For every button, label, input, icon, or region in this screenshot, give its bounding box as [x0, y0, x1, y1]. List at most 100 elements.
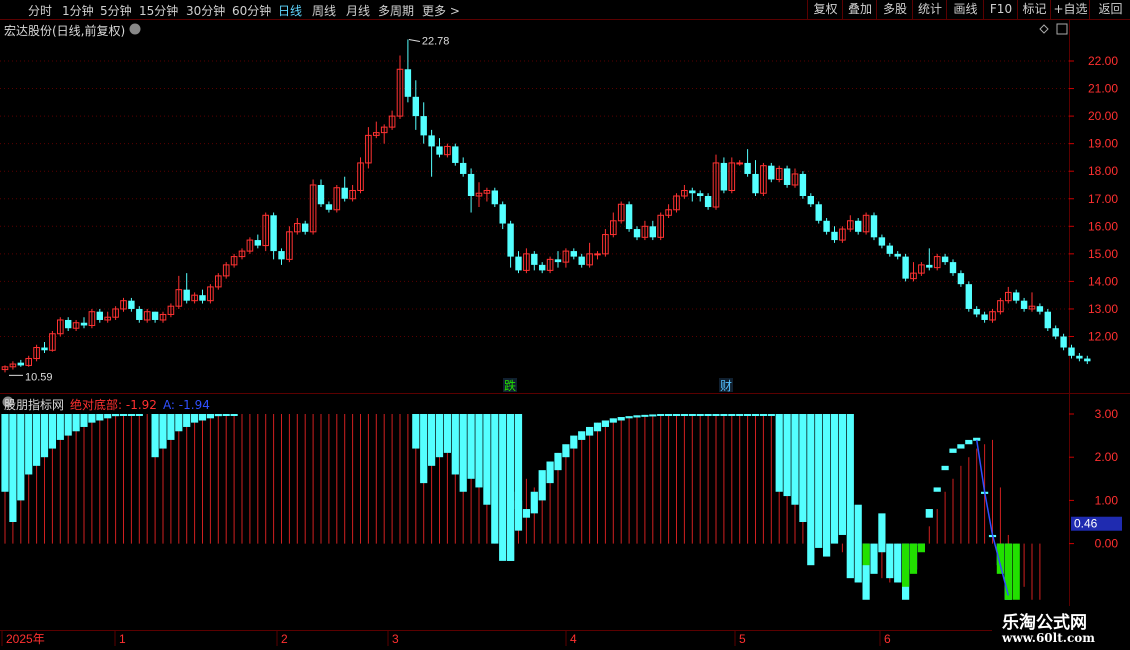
indicator-bar: [870, 543, 878, 574]
indicator-bar: [720, 414, 728, 416]
candle-body: [570, 251, 577, 257]
ind-tick-label: 3.00: [1095, 407, 1119, 421]
indicator-bar: [530, 491, 538, 514]
indicator-bar: [562, 444, 570, 458]
indicator-bar: [554, 452, 562, 471]
candle-body: [894, 253, 901, 257]
candle-body: [325, 204, 333, 210]
indicator-bar: [649, 414, 657, 417]
candle-body: [1076, 355, 1083, 359]
indicator-bar: [578, 431, 586, 440]
xaxis-label: 6: [884, 632, 891, 646]
indicator-name[interactable]: 股朋指标网: [4, 398, 64, 412]
indicator-bar: [230, 414, 238, 416]
indicator-bar: [467, 414, 475, 479]
indicator-bar: [119, 414, 128, 416]
indicator-bar: [191, 414, 199, 423]
indicator-bar: [183, 414, 191, 427]
price-tick-label: 16.00: [1088, 219, 1118, 233]
indicator-bar: [127, 414, 135, 416]
indicator-bar: [759, 414, 767, 416]
candle-body: [1013, 292, 1020, 301]
candle-body: [697, 193, 704, 196]
price-tick-label: 22.00: [1088, 54, 1118, 68]
price-tick-label: 15.00: [1088, 247, 1118, 261]
indicator-bar: [40, 414, 49, 458]
candle-body: [689, 190, 696, 194]
indicator-bar: [965, 439, 973, 445]
indicator-bar: [625, 416, 633, 419]
candle-body: [1044, 311, 1051, 329]
indicator-bar: [491, 414, 499, 544]
indicator-bar: [704, 414, 712, 416]
indicator-bar: [412, 414, 420, 449]
indicator-bar: [48, 414, 56, 449]
candle-body: [957, 273, 965, 285]
candle-body: [199, 295, 206, 301]
xaxis-label: 1: [119, 632, 126, 646]
candle-body: [41, 347, 48, 351]
indicator-bar: [838, 414, 846, 535]
candle-body: [625, 204, 633, 230]
candle-body: [317, 184, 325, 205]
indicator-bar: [435, 414, 444, 458]
indicator-bar: [72, 414, 80, 432]
candle-body: [302, 223, 309, 232]
indicator-bar: [807, 414, 815, 566]
indicator-bar: [570, 435, 578, 449]
candle-body: [515, 256, 522, 271]
candle-body: [649, 226, 656, 238]
indicator-bar: [783, 414, 791, 497]
indicator-bar: [728, 414, 736, 416]
candle-body: [1036, 306, 1044, 312]
indicator-bar: [586, 426, 594, 436]
high-label: 22.78: [422, 36, 450, 48]
candle-body: [594, 253, 601, 256]
indicator-bar: [886, 543, 894, 579]
candle-body: [1084, 358, 1091, 362]
indicator-bar: [443, 414, 451, 453]
candle-body: [704, 195, 712, 208]
indicator-bar: [672, 414, 681, 416]
indicator-green-bar: [902, 543, 910, 587]
price-tick-label: 18.00: [1088, 164, 1118, 178]
xaxis-label: 5: [739, 632, 746, 646]
indicator-bar: [751, 414, 760, 416]
candle-body: [855, 220, 862, 232]
candle-body: [807, 195, 814, 205]
candle-body: [736, 162, 744, 165]
window-icon: [1056, 23, 1068, 35]
low-label: 10.59: [25, 371, 53, 383]
candle-body: [1068, 347, 1075, 356]
indicator-bar: [507, 491, 515, 561]
indicator-bar: [680, 414, 688, 416]
candle-body: [151, 311, 159, 320]
indicator-bar: [135, 414, 143, 416]
indicator-bar: [823, 414, 831, 557]
indicator-bar: [878, 513, 886, 553]
watermark: 乐淘公式网 www.60lt.com: [992, 606, 1130, 650]
indicator-green-bar: [996, 543, 1004, 574]
xaxis-label: 2025年: [6, 632, 45, 646]
indicator-bar: [538, 470, 546, 501]
indicator-bar: [88, 414, 96, 423]
indicator-bar: [420, 414, 428, 484]
indicator-bar: [64, 414, 72, 436]
candle-body: [404, 69, 412, 97]
ind-tick-label: 2.00: [1095, 450, 1119, 464]
indicator-bar: [736, 414, 744, 416]
candle-body: [554, 259, 562, 263]
indicator-bar: [775, 414, 783, 492]
indicator-bar: [593, 422, 602, 432]
indicator-bar: [696, 414, 704, 416]
indicator-bar: [25, 414, 33, 475]
marker-die: 跌: [504, 378, 516, 393]
candle-body: [128, 300, 135, 309]
chart: 22.0021.0020.0019.0018.0017.0016.0015.00…: [0, 20, 1130, 646]
indicator-green-bar: [1004, 543, 1012, 600]
candle-body: [491, 190, 498, 205]
indicator-bar: [815, 414, 823, 548]
price-tick-label: 19.00: [1088, 137, 1118, 151]
indicator-bar: [104, 414, 112, 419]
indicator-bar: [499, 414, 507, 561]
